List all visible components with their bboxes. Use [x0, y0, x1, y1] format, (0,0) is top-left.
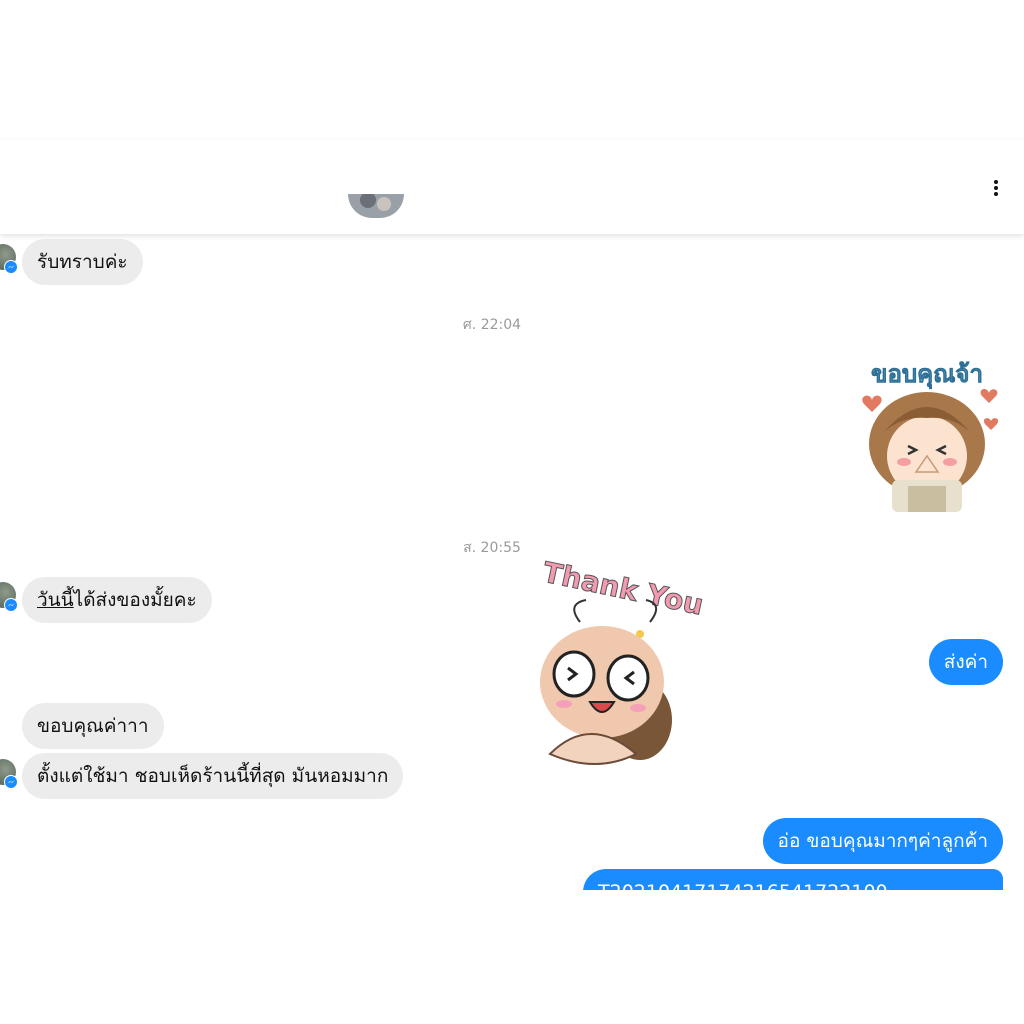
chat-header: [0, 140, 1024, 234]
messenger-screenshot: รับทราบค่ะ ศ. 22:04 ขอบคุณจ้า ส. 20:55 ว…: [0, 0, 1024, 1024]
more-options-button[interactable]: [984, 176, 1008, 200]
sender-avatar: [0, 244, 18, 274]
sticker-text: ขอบคุณจ้า: [871, 360, 983, 390]
underlined-text: วันนี้: [37, 589, 74, 611]
messenger-icon: [4, 260, 18, 274]
sender-avatar: [0, 582, 18, 612]
message-text: รับทราบค่ะ: [37, 251, 128, 273]
message-text: ส่งค่า: [943, 651, 988, 673]
contact-avatar[interactable]: [348, 194, 404, 218]
message-text: T20210417174216541722100: [598, 881, 888, 890]
outgoing-message: ส่งค่า: [928, 639, 1003, 685]
message-text: ได้ส่งของมั้ยคะ: [73, 589, 197, 611]
outgoing-message: อ่อ ขอบคุณมากๆค่าลูกค้า: [762, 818, 1003, 864]
message-list[interactable]: รับทราบค่ะ ศ. 22:04 ขอบคุณจ้า ส. 20:55 ว…: [0, 234, 1024, 890]
incoming-message: ขอบคุณค่าาา: [22, 703, 164, 749]
messenger-icon: [4, 775, 18, 789]
incoming-message: รับทราบค่ะ: [22, 239, 143, 285]
message-text: อ่อ ขอบคุณมากๆค่าลูกค้า: [777, 830, 988, 852]
messenger-icon: [4, 598, 18, 612]
message-text: ตั้งแต่ใช้มา ชอบเห็ดร้านนี้ที่สุด มันหอม…: [37, 765, 389, 787]
timestamp: ส. 20:55: [463, 540, 521, 556]
vertical-dots-icon: [994, 180, 998, 184]
sticker-thank-you-girl[interactable]: ขอบคุณจ้า: [852, 352, 1002, 512]
timestamp: ศ. 22:04: [462, 317, 522, 333]
sticker-thank-you-snail[interactable]: Thank You: [530, 554, 720, 774]
outgoing-message-partial: T20210417174216541722100: [583, 869, 1003, 890]
message-text: ขอบคุณค่าาา: [37, 715, 149, 737]
incoming-message: ตั้งแต่ใช้มา ชอบเห็ดร้านนี้ที่สุด มันหอม…: [22, 753, 404, 799]
sticker-text: Thank You: [540, 556, 706, 622]
incoming-message: วันนี้ ได้ส่งของมั้ยคะ: [22, 577, 212, 623]
sender-avatar: [0, 759, 18, 789]
